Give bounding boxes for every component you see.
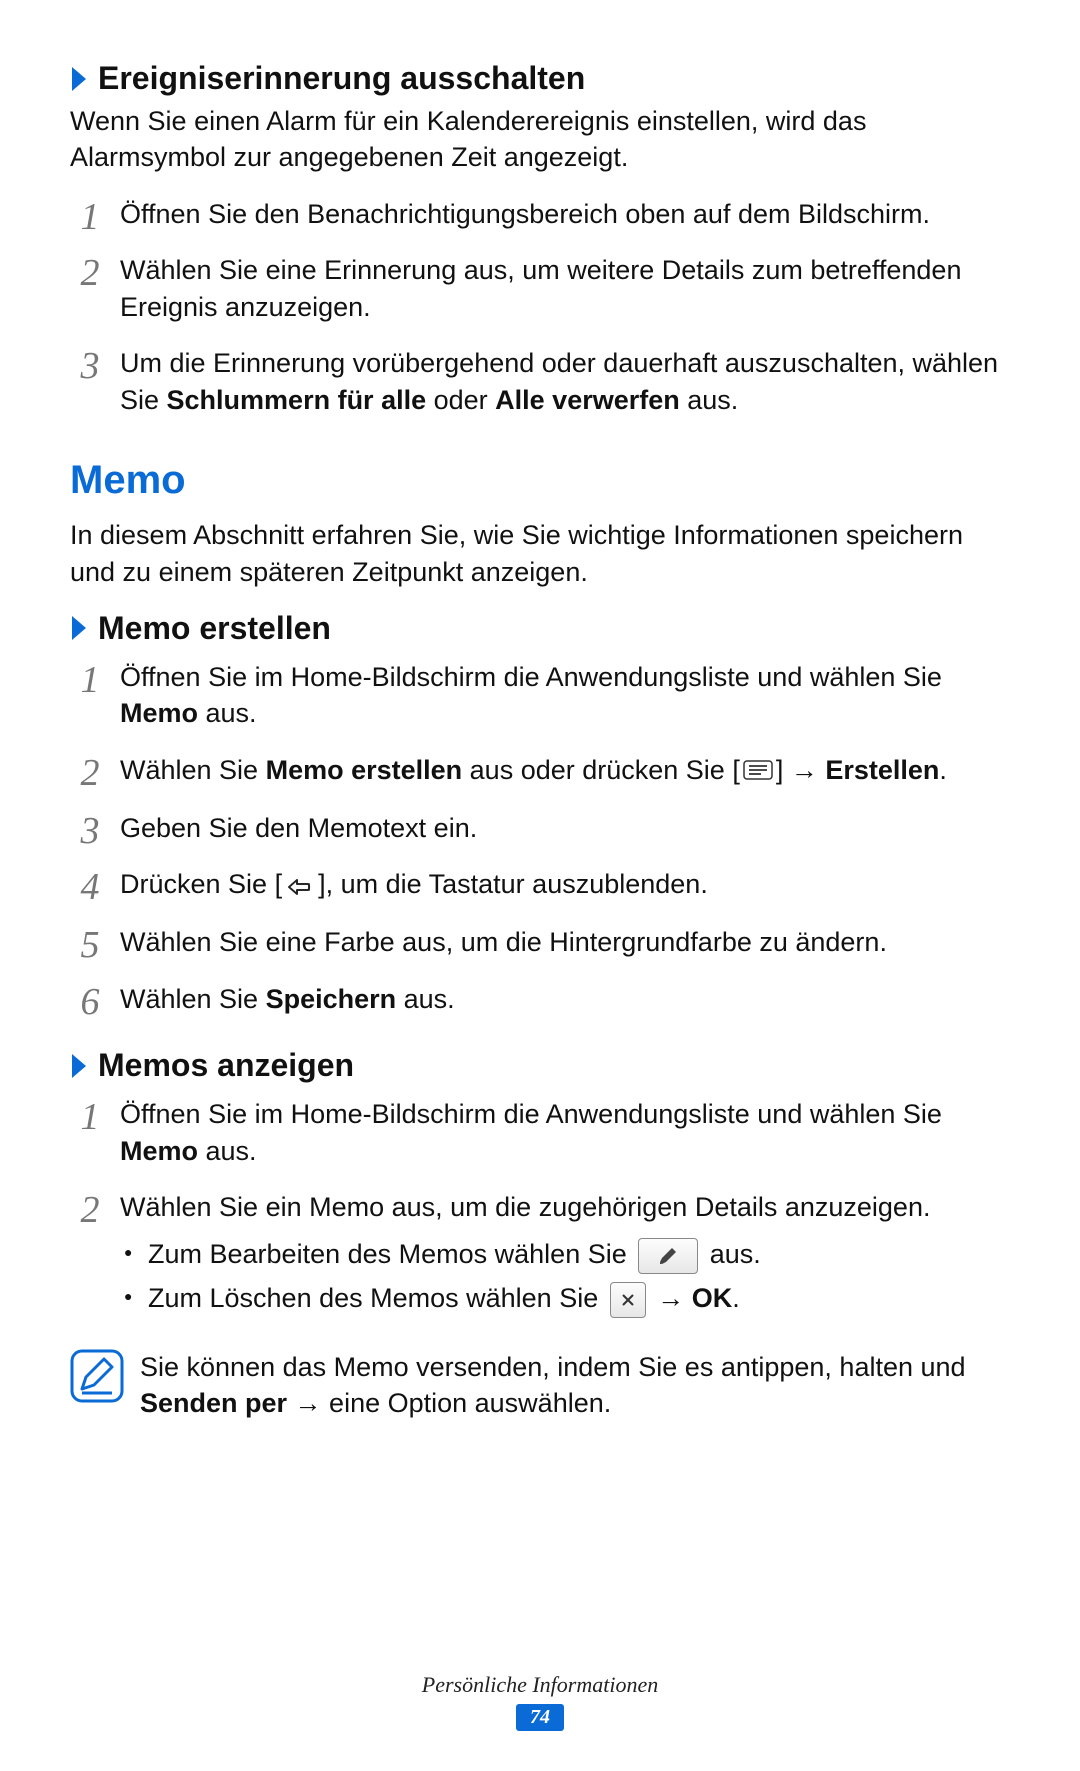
menu-icon <box>743 753 773 789</box>
note-icon <box>70 1349 124 1408</box>
page-number: 74 <box>516 1704 564 1731</box>
document-page: Ereigniserinnerung ausschalten Wenn Sie … <box>0 0 1080 1771</box>
chevron-icon <box>70 614 90 642</box>
step-item: Um die Erinnerung vorübergehend oder dau… <box>70 345 1010 418</box>
steps-list-view: Öffnen Sie im Home-Bildschirm die Anwend… <box>70 1096 1010 1318</box>
back-icon <box>285 868 315 904</box>
footer-label: Persönliche Informationen <box>0 1672 1080 1698</box>
edit-icon <box>638 1238 698 1274</box>
page-footer: Persönliche Informationen 74 <box>0 1672 1080 1731</box>
steps-list-event-reminder: Öffnen Sie den Benachrichtigungsbereich … <box>70 196 1010 418</box>
subheading-text: Memos anzeigen <box>98 1047 354 1084</box>
steps-list-create: Öffnen Sie im Home-Bildschirm die Anwend… <box>70 659 1010 1017</box>
note-box: Sie können das Memo versenden, indem Sie… <box>70 1349 1010 1422</box>
chevron-icon <box>70 65 90 93</box>
chevron-icon <box>70 1052 90 1080</box>
step-item: Wählen Sie Memo erstellen aus oder drück… <box>70 752 1010 790</box>
step-item: Wählen Sie eine Farbe aus, um die Hinter… <box>70 924 1010 960</box>
bullet-item: Zum Löschen des Memos wählen Sie → OK. <box>120 1278 1010 1319</box>
section-title-memo: Memo <box>70 458 1010 503</box>
step-item: Wählen Sie eine Erinnerung aus, um weite… <box>70 252 1010 325</box>
close-icon <box>610 1282 646 1318</box>
intro-paragraph: Wenn Sie einen Alarm für ein Kalenderere… <box>70 103 1010 176</box>
step-item: Öffnen Sie im Home-Bildschirm die Anwend… <box>70 659 1010 732</box>
bullet-list: Zum Bearbeiten des Memos wählen Sie aus.… <box>120 1234 1010 1319</box>
step-item: Wählen Sie ein Memo aus, um die zugehöri… <box>70 1189 1010 1318</box>
subheading-event-reminder: Ereigniserinnerung ausschalten <box>70 60 1010 97</box>
subheading-text: Memo erstellen <box>98 610 331 647</box>
subheading-memo-create: Memo erstellen <box>70 610 1010 647</box>
subheading-memo-view: Memos anzeigen <box>70 1047 1010 1084</box>
step-item: Öffnen Sie den Benachrichtigungsbereich … <box>70 196 1010 232</box>
step-item: Öffnen Sie im Home-Bildschirm die Anwend… <box>70 1096 1010 1169</box>
note-text: Sie können das Memo versenden, indem Sie… <box>140 1349 1010 1422</box>
bullet-item: Zum Bearbeiten des Memos wählen Sie aus. <box>120 1234 1010 1275</box>
memo-intro: In diesem Abschnitt erfahren Sie, wie Si… <box>70 517 1010 590</box>
step-item: Wählen Sie Speichern aus. <box>70 981 1010 1017</box>
step-item: Geben Sie den Memotext ein. <box>70 810 1010 846</box>
subheading-text: Ereigniserinnerung ausschalten <box>98 60 585 97</box>
step-item: Drücken Sie [ ], um die Tastatur auszubl… <box>70 866 1010 904</box>
